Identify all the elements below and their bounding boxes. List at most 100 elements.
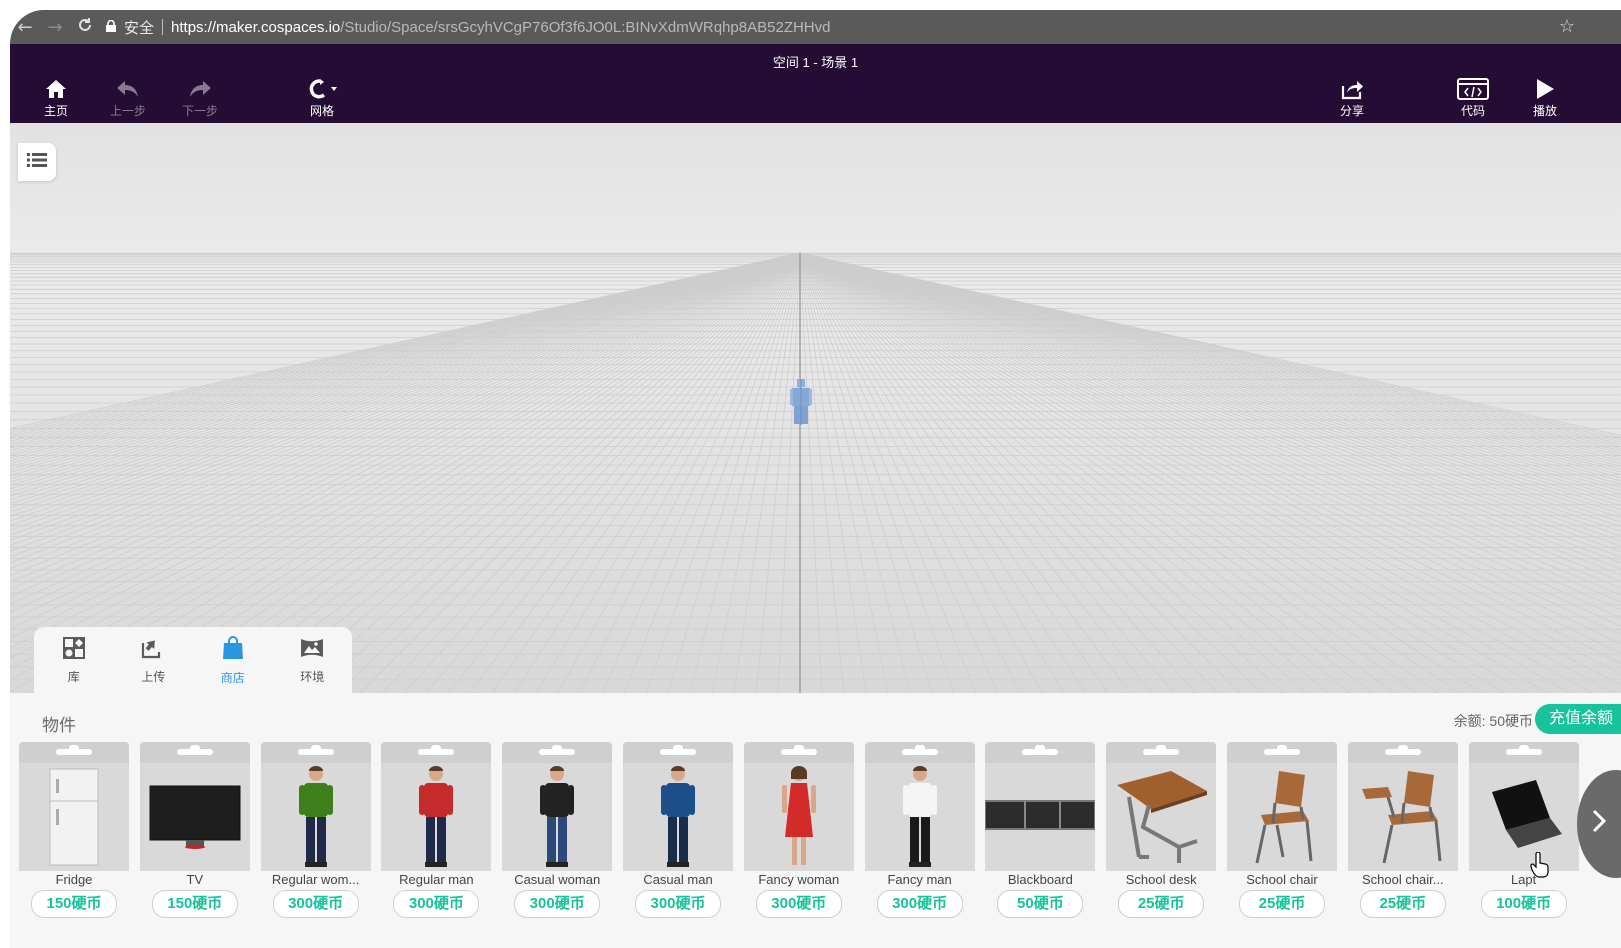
- back-icon[interactable]: ←: [10, 17, 40, 38]
- card-handle[interactable]: [19, 742, 129, 763]
- shop-item-card[interactable]: Fridge 150硬币: [19, 742, 129, 922]
- tab-upload[interactable]: 上传: [123, 637, 183, 685]
- item-thumbnail[interactable]: [381, 763, 492, 871]
- shop-item-card[interactable]: Regular wom... 300硬币: [260, 742, 371, 922]
- topup-button[interactable]: 充值余额: [1535, 704, 1621, 734]
- shop-item-card[interactable]: TV 150硬币: [139, 742, 250, 922]
- shop-item-card[interactable]: School chair 25硬币: [1227, 742, 1337, 922]
- item-price-button[interactable]: 300硬币: [876, 890, 963, 918]
- forward-icon[interactable]: →: [40, 17, 70, 38]
- card-handle[interactable]: [1468, 742, 1579, 763]
- scene-viewport[interactable]: [10, 123, 1621, 693]
- item-name: Lapt: [1510, 872, 1537, 887]
- share-icon: [1340, 78, 1364, 100]
- item-price-button[interactable]: 300硬币: [272, 890, 359, 918]
- hanger-slot-icon: [297, 745, 334, 755]
- card-handle[interactable]: [623, 742, 733, 763]
- reload-icon[interactable]: [70, 17, 100, 38]
- item-price-button[interactable]: 150硬币: [151, 890, 238, 918]
- tab-environment[interactable]: 环境: [282, 637, 342, 685]
- item-thumbnail[interactable]: [260, 763, 371, 871]
- card-handle[interactable]: [1347, 742, 1458, 763]
- card-handle[interactable]: [743, 742, 854, 763]
- item-price-button[interactable]: 300硬币: [514, 890, 601, 918]
- app-header: 空间 1 - 场景 1 主页 上一步 下一步 网格 分享 代码 播放: [10, 44, 1621, 123]
- hanger-slot-icon: [1022, 745, 1059, 755]
- item-thumbnail[interactable]: [985, 763, 1096, 871]
- grid-label: 网格: [309, 104, 334, 118]
- item-name: Fancy woman: [758, 872, 840, 887]
- item-name: School chair...: [1361, 872, 1444, 887]
- object-list-button[interactable]: [18, 143, 56, 181]
- coin-balance: 余额: 50硬币: [1453, 713, 1533, 729]
- placeholder-figure[interactable]: [790, 379, 812, 430]
- item-thumbnail[interactable]: [743, 763, 854, 871]
- item-price-button[interactable]: 25硬币: [1359, 890, 1446, 918]
- item-price-button[interactable]: 100硬币: [1480, 890, 1567, 918]
- tab-library-label: 库: [67, 670, 80, 684]
- url-host: https://maker.cospaces.io: [171, 18, 341, 36]
- bookmark-star-icon[interactable]: ☆: [1559, 16, 1575, 37]
- shop-item-card[interactable]: Lapt 100硬币: [1468, 742, 1579, 922]
- tab-shop[interactable]: 商店: [203, 636, 263, 686]
- tab-library[interactable]: 库: [44, 637, 104, 685]
- play-button[interactable]: 播放: [1515, 78, 1575, 119]
- item-thumbnail[interactable]: [1347, 763, 1458, 871]
- item-thumbnail[interactable]: [623, 763, 733, 871]
- item-thumbnail[interactable]: [1106, 763, 1217, 871]
- card-handle[interactable]: [139, 742, 250, 763]
- item-price-button[interactable]: 25硬币: [1239, 890, 1325, 918]
- item-thumbnail[interactable]: [139, 763, 250, 871]
- item-name: Casual woman: [514, 872, 601, 887]
- item-name: Regular man: [399, 872, 474, 887]
- grid-snap-button[interactable]: 网格: [292, 78, 352, 119]
- item-price-button[interactable]: 25硬币: [1118, 890, 1205, 918]
- shop-item-card[interactable]: School desk 25硬币: [1106, 742, 1217, 922]
- shop-item-card[interactable]: Regular man 300硬币: [381, 742, 492, 922]
- item-thumbnail[interactable]: [19, 763, 129, 871]
- shop-item-card[interactable]: Blackboard 50硬币: [985, 742, 1096, 922]
- hanger-slot-icon: [56, 745, 92, 755]
- shop-item-card[interactable]: Casual woman 300硬币: [502, 742, 613, 922]
- library-icon: [62, 637, 85, 664]
- card-handle[interactable]: [985, 742, 1096, 763]
- card-handle[interactable]: [381, 742, 492, 763]
- list-icon: [27, 152, 47, 173]
- card-handle[interactable]: [260, 742, 371, 763]
- shop-item-card[interactable]: Fancy man 300硬币: [864, 742, 975, 922]
- card-handle[interactable]: [502, 742, 613, 763]
- card-handle[interactable]: [1227, 742, 1337, 763]
- shop-item-card[interactable]: School chair... 25硬币: [1347, 742, 1458, 922]
- item-name: Blackboard: [1007, 872, 1073, 887]
- share-button[interactable]: 分享: [1322, 78, 1382, 119]
- item-thumbnail[interactable]: [1468, 763, 1579, 871]
- item-thumbnail[interactable]: [1227, 763, 1337, 871]
- environment-icon: [300, 637, 324, 664]
- shop-item-card[interactable]: Fancy woman 300硬币: [743, 742, 854, 922]
- app-window: ← → 安全 https://maker.cospaces.io/Studio/…: [10, 10, 1621, 948]
- shop-bag-icon: [222, 636, 244, 665]
- item-price-button[interactable]: 300硬币: [393, 890, 480, 918]
- shop-item-card[interactable]: Casual man 300硬币: [623, 742, 733, 922]
- item-price-button[interactable]: 150硬币: [31, 890, 117, 918]
- code-button[interactable]: 代码: [1443, 78, 1503, 119]
- item-price-button[interactable]: 300硬币: [635, 890, 721, 918]
- browser-address-bar: ← → 安全 https://maker.cospaces.io/Studio/…: [10, 10, 1621, 44]
- item-price-button[interactable]: 50硬币: [997, 890, 1084, 918]
- item-name: TV: [186, 872, 204, 887]
- redo-button[interactable]: 下一步: [170, 78, 230, 119]
- hanger-slot-icon: [1384, 745, 1421, 755]
- undo-label: 上一步: [109, 104, 146, 118]
- home-button[interactable]: 主页: [26, 78, 86, 119]
- hanger-slot-icon: [1264, 745, 1300, 755]
- card-handle[interactable]: [1106, 742, 1217, 763]
- item-thumbnail[interactable]: [864, 763, 975, 871]
- tab-upload-label: 上传: [141, 670, 166, 684]
- undo-button[interactable]: 上一步: [98, 78, 158, 119]
- item-price-button[interactable]: 300硬币: [755, 890, 842, 918]
- card-handle[interactable]: [864, 742, 975, 763]
- url-field[interactable]: 安全 https://maker.cospaces.io/Studio/Spac…: [106, 14, 1621, 40]
- item-thumbnail[interactable]: [502, 763, 613, 871]
- divider: [162, 19, 164, 35]
- hanger-slot-icon: [1143, 745, 1180, 755]
